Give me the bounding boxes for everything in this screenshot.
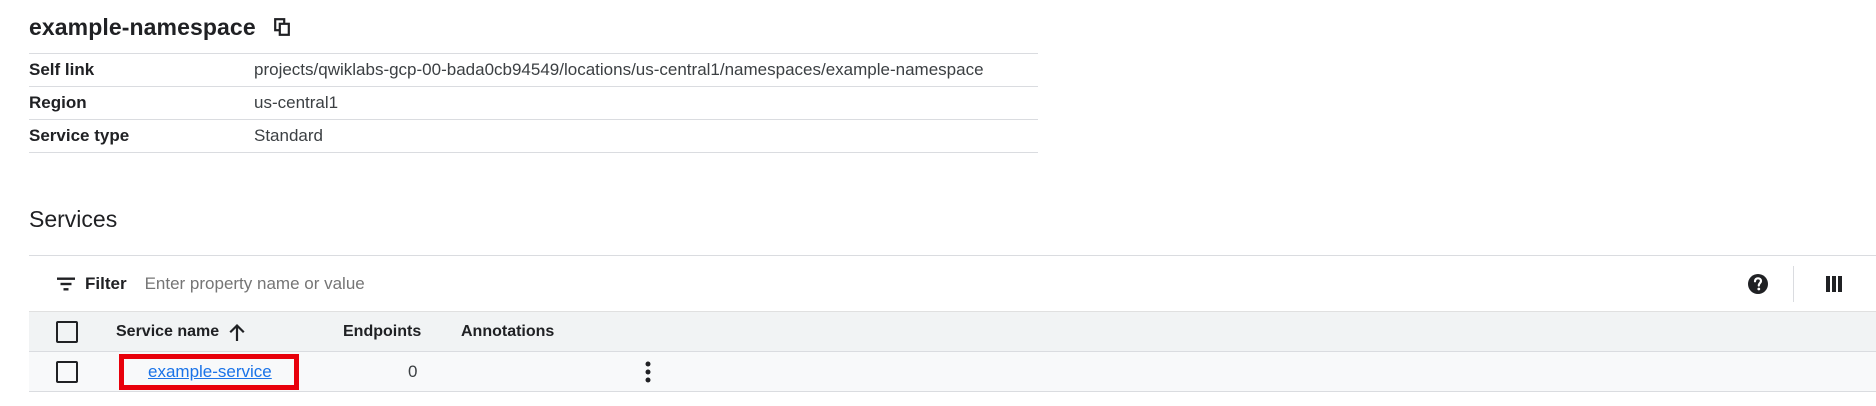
table-header: Service name Endpoints Annotations xyxy=(29,312,1876,352)
copy-icon[interactable] xyxy=(272,17,292,37)
detail-value: us-central1 xyxy=(254,93,339,112)
highlighted-service-name: example-service xyxy=(119,354,299,390)
detail-value: projects/qwiklabs-gcp-00-bada0cb94549/lo… xyxy=(254,60,984,79)
detail-row-self-link: Self link projects/qwiklabs-gcp-00-bada0… xyxy=(29,54,1038,87)
select-all-checkbox[interactable] xyxy=(56,320,78,343)
help-icon[interactable] xyxy=(1745,271,1771,297)
column-display-options-icon[interactable] xyxy=(1821,271,1847,297)
service-name-link[interactable]: example-service xyxy=(148,362,272,382)
toolbar-divider xyxy=(1793,266,1794,302)
filter-input[interactable] xyxy=(144,273,645,294)
more-options-icon[interactable] xyxy=(636,360,660,384)
services-table: Filter Service name xyxy=(29,255,1876,392)
namespace-details: Self link projects/qwiklabs-gcp-00-bada0… xyxy=(29,53,1038,153)
row-checkbox[interactable] xyxy=(56,360,78,383)
column-header-label: Service name xyxy=(116,322,220,340)
filter-bar: Filter xyxy=(29,256,1876,312)
filter-label[interactable]: Filter xyxy=(85,274,127,294)
detail-key: Service type xyxy=(29,126,130,145)
title-row: example-namespace xyxy=(29,10,292,44)
column-header-annotations[interactable]: Annotations xyxy=(461,323,554,341)
filter-icon[interactable] xyxy=(57,274,77,294)
arrow-up-icon[interactable] xyxy=(229,322,247,342)
detail-key: Region xyxy=(29,93,87,112)
detail-key: Self link xyxy=(29,60,95,79)
table-row: example-service 0 xyxy=(29,352,1876,392)
column-header-endpoints[interactable]: Endpoints xyxy=(343,323,421,341)
page-title: example-namespace xyxy=(29,13,256,40)
services-section-title: Services xyxy=(29,206,118,232)
detail-value: Standard xyxy=(254,126,323,145)
column-header-service-name[interactable]: Service name xyxy=(116,322,247,342)
detail-row-region: Region us-central1 xyxy=(29,87,1038,120)
detail-row-service-type: Service type Standard xyxy=(29,120,1038,153)
endpoints-count: 0 xyxy=(408,361,418,381)
